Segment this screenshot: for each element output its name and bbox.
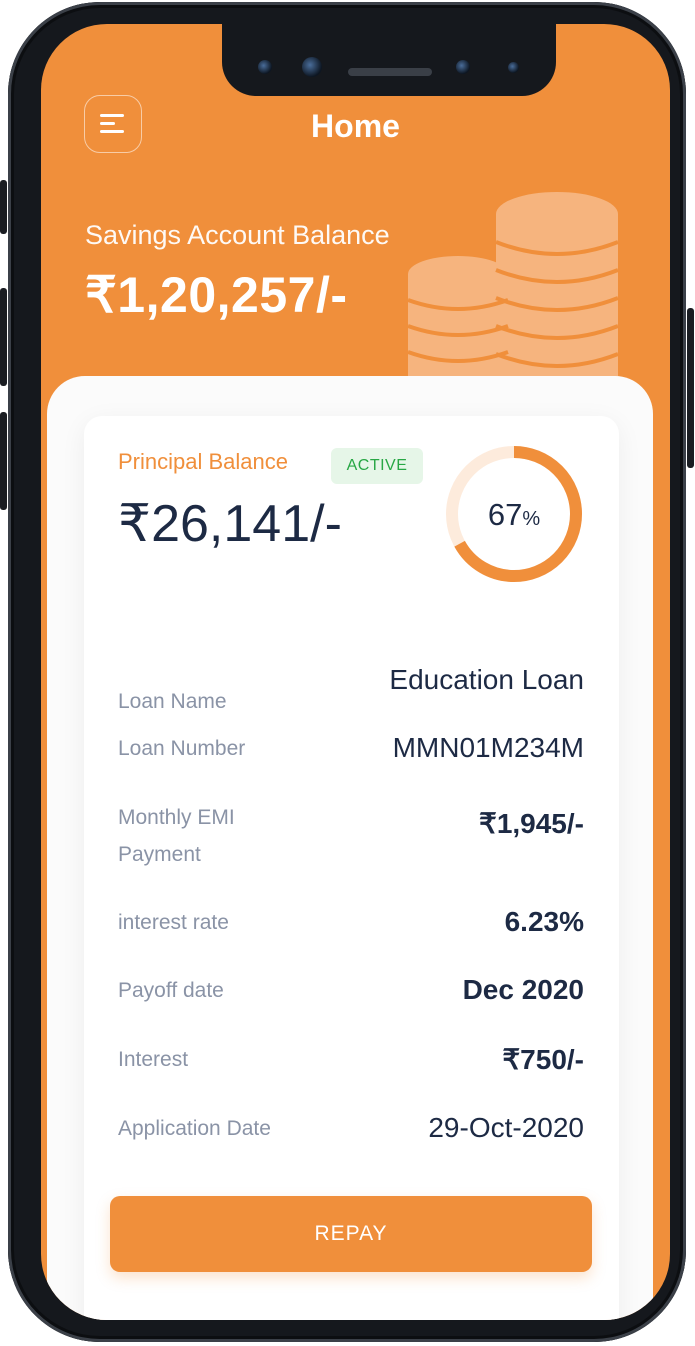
loan-number-value: MMN01M234M bbox=[392, 732, 584, 763]
payoff-date-value: Dec 2020 bbox=[462, 974, 584, 1005]
principal-balance-amount: ₹26,141/- bbox=[118, 495, 342, 553]
interest-label: Interest bbox=[118, 1048, 189, 1071]
monthly-emi-label: Monthly EMI Payment bbox=[118, 806, 235, 866]
payoff-date-label: Payoff date bbox=[118, 979, 224, 1002]
monthly-emi-value: ₹1,945/- bbox=[479, 808, 584, 839]
volume-up-button bbox=[0, 288, 7, 386]
loan-name-value: Education Loan bbox=[389, 664, 584, 695]
progress-percent: 67% bbox=[487, 497, 541, 532]
status-badge: ACTIVE bbox=[331, 448, 423, 484]
loan-name-label: Loan Name bbox=[118, 690, 227, 713]
phone-frame: Home Savings Account Balance ₹1,20,257/- bbox=[0, 2, 694, 1342]
mute-switch bbox=[0, 180, 7, 234]
application-date-label: Application Date bbox=[118, 1117, 271, 1140]
repay-button[interactable]: REPAY bbox=[110, 1196, 592, 1272]
app-screen: Home Savings Account Balance ₹1,20,257/- bbox=[41, 24, 670, 1320]
coins-illustration bbox=[407, 192, 619, 384]
camera-notch bbox=[222, 24, 556, 96]
application-date-value: 29-Oct-2020 bbox=[428, 1112, 584, 1143]
savings-balance-label: Savings Account Balance bbox=[85, 220, 390, 250]
interest-value: ₹750/- bbox=[502, 1044, 584, 1075]
power-button bbox=[687, 308, 694, 468]
volume-down-button bbox=[0, 412, 7, 510]
interest-rate-label: interest rate bbox=[118, 911, 229, 934]
principal-balance-label: Principal Balance bbox=[118, 449, 288, 474]
page-title: Home bbox=[311, 108, 400, 144]
interest-rate-value: 6.23% bbox=[504, 906, 584, 937]
loan-number-label: Loan Number bbox=[118, 737, 246, 760]
savings-balance-amount: ₹1,20,257/- bbox=[85, 267, 348, 323]
